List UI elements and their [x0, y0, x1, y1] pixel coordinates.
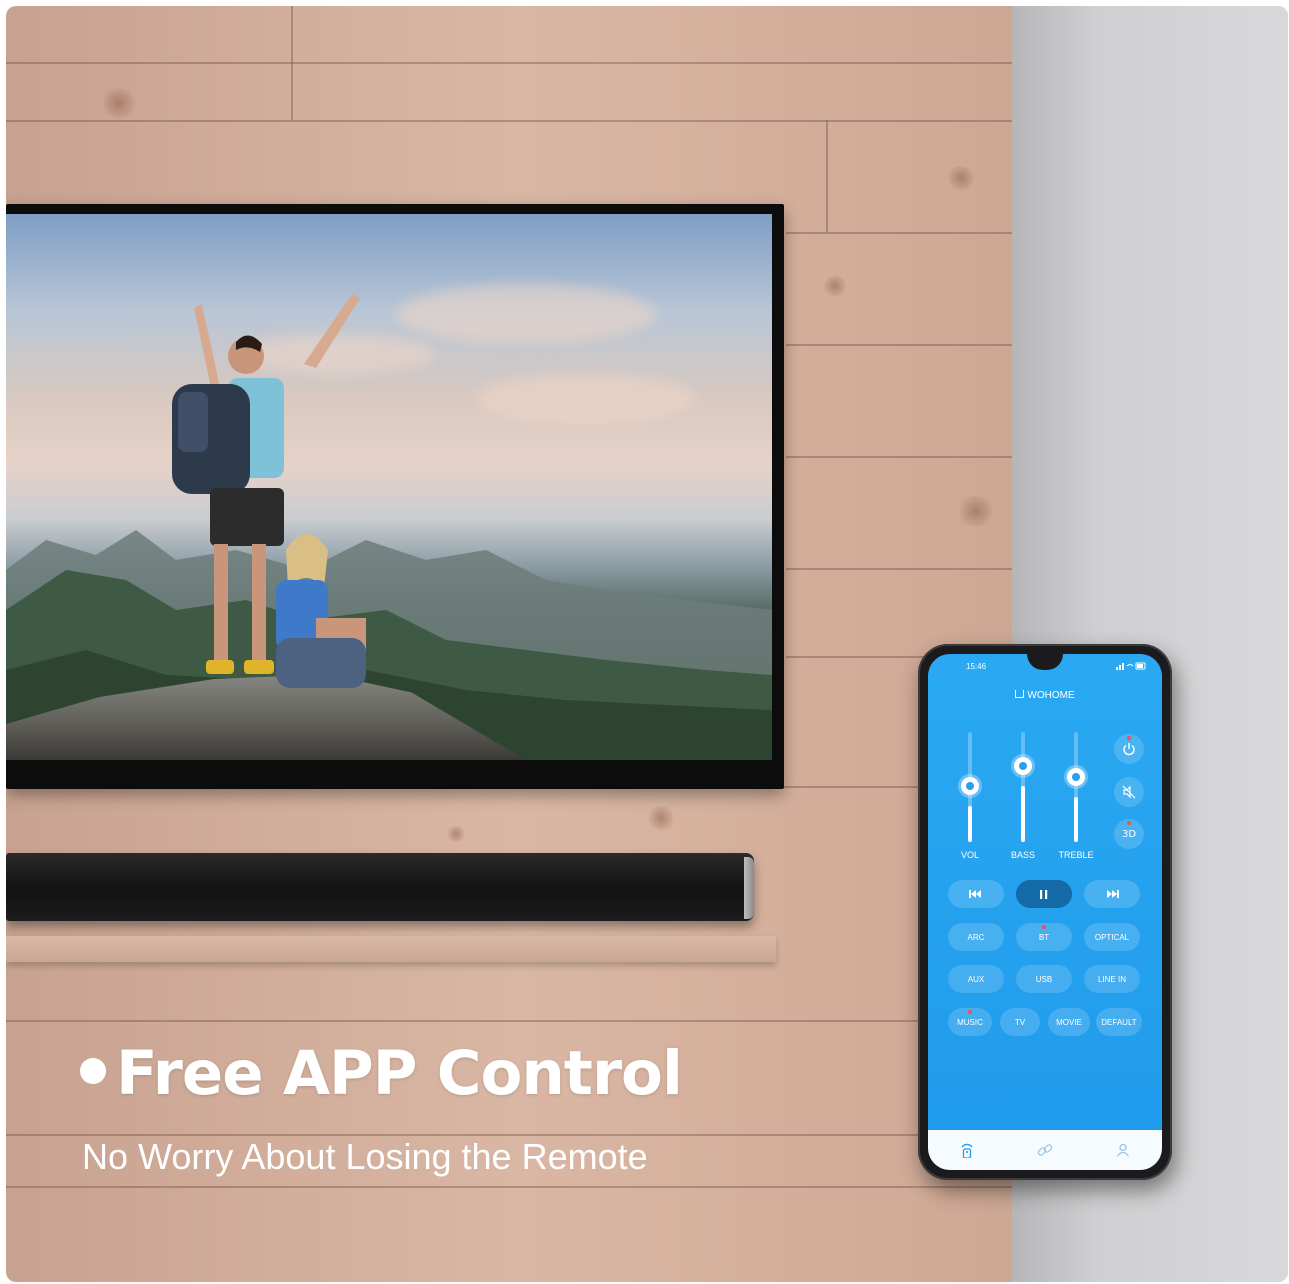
input-label: OPTICAL — [1094, 932, 1130, 942]
feature-title-text: Free APP Control — [116, 1038, 683, 1109]
bullet-dot — [80, 1058, 106, 1085]
plank-seam — [786, 232, 1012, 234]
plank-seam — [786, 456, 1012, 458]
eq-tv-button[interactable]: TV — [1000, 1008, 1040, 1036]
input-label: ARC — [967, 932, 985, 942]
treble-slider[interactable]: TREBLE — [1056, 732, 1096, 862]
wood-knot — [946, 166, 976, 190]
3d-label: 3D — [1121, 828, 1137, 840]
input-label: BT — [1038, 932, 1050, 942]
input-line-in-button[interactable]: LINE IN — [1084, 965, 1140, 993]
hikers — [172, 294, 366, 688]
remote-icon — [961, 1143, 973, 1158]
app-screen: 15:46 WOHOME VOL BASS TREBLE 3D ARC BT O… — [928, 654, 1162, 1170]
soundbar — [6, 853, 754, 921]
plank-seam — [6, 1020, 1012, 1022]
product-image: Free APP Control No Worry About Losing t… — [6, 6, 1288, 1282]
bass-slider[interactable]: BASS — [1003, 732, 1043, 862]
tv-screen — [6, 214, 772, 760]
next-icon — [1107, 890, 1119, 898]
active-indicator — [1127, 736, 1131, 740]
smartphone: 15:46 WOHOME VOL BASS TREBLE 3D ARC BT O… — [918, 644, 1172, 1180]
eq-default-button[interactable]: DEFAULT — [1096, 1008, 1142, 1036]
input-label: AUX — [967, 974, 985, 984]
link-icon — [1037, 1144, 1053, 1156]
wood-knot — [822, 276, 848, 296]
signal-battery-icon — [1116, 662, 1146, 670]
slider-fill — [1021, 786, 1025, 842]
soundbar-end-cap — [744, 857, 754, 919]
eq-music-button[interactable]: MUSIC — [948, 1008, 992, 1036]
mute-icon — [1122, 785, 1136, 799]
pause-icon — [1040, 889, 1048, 899]
mute-button[interactable] — [1114, 777, 1144, 807]
wood-knot — [100, 88, 138, 118]
input-arc-button[interactable]: ARC — [948, 923, 1004, 951]
active-indicator — [1042, 925, 1046, 929]
feature-title: Free APP Control — [80, 1038, 683, 1109]
plank-seam — [6, 62, 1012, 64]
eq-label: MOVIE — [1056, 1017, 1082, 1027]
slider-fill — [1074, 797, 1078, 842]
nav-link[interactable] — [1033, 1138, 1057, 1162]
slider-fill — [968, 806, 972, 842]
plank-joint — [826, 120, 828, 232]
3d-button[interactable]: 3D — [1114, 819, 1144, 849]
active-indicator — [968, 1010, 972, 1014]
profile-icon — [1116, 1143, 1130, 1157]
input-optical-button[interactable]: OPTICAL — [1084, 923, 1140, 951]
camera-notch — [1027, 654, 1063, 670]
plank-seam — [6, 120, 1012, 122]
wood-knot — [446, 826, 466, 842]
plank-seam — [6, 1186, 1012, 1188]
eq-label: DEFAULT — [1101, 1017, 1137, 1027]
slider-knob[interactable] — [1014, 757, 1032, 776]
input-label: USB — [1035, 974, 1053, 984]
slider-label: TREBLE — [1058, 850, 1094, 860]
power-icon — [1123, 743, 1135, 756]
status-time: 15:46 — [966, 662, 987, 671]
previous-button[interactable] — [948, 880, 1004, 908]
nav-profile[interactable] — [1111, 1138, 1135, 1162]
input-label: LINE IN — [1097, 974, 1126, 984]
wood-knot — [646, 806, 676, 830]
input-bt-button[interactable]: BT — [1016, 923, 1072, 951]
status-icons — [1116, 662, 1146, 672]
app-name: WOHOME — [1027, 690, 1075, 701]
plank-seam — [786, 344, 1012, 346]
wood-knot — [956, 496, 996, 526]
vol-slider[interactable]: VOL — [950, 732, 990, 862]
power-button[interactable] — [1114, 734, 1144, 764]
nav-remote[interactable] — [955, 1138, 979, 1162]
plank-joint — [291, 6, 293, 120]
eq-label: TV — [1014, 1017, 1026, 1027]
home-icon — [1015, 690, 1025, 698]
bottom-navigation — [928, 1130, 1162, 1170]
previous-icon — [969, 890, 981, 898]
wall-shelf — [6, 936, 776, 962]
next-button[interactable] — [1084, 880, 1140, 908]
app-title: WOHOME — [928, 690, 1162, 701]
slider-knob[interactable] — [961, 777, 979, 795]
plank-seam — [786, 568, 1012, 570]
active-indicator — [1127, 821, 1131, 825]
input-usb-button[interactable]: USB — [1016, 965, 1072, 993]
slider-knob[interactable] — [1067, 768, 1085, 786]
feature-subtitle: No Worry About Losing the Remote — [82, 1136, 648, 1177]
input-aux-button[interactable]: AUX — [948, 965, 1004, 993]
television — [6, 204, 784, 789]
play-pause-button[interactable] — [1016, 880, 1072, 908]
slider-label: VOL — [960, 850, 979, 860]
eq-label: MUSIC — [957, 1017, 983, 1027]
slider-label: BASS — [1010, 850, 1035, 860]
eq-movie-button[interactable]: MOVIE — [1048, 1008, 1090, 1036]
